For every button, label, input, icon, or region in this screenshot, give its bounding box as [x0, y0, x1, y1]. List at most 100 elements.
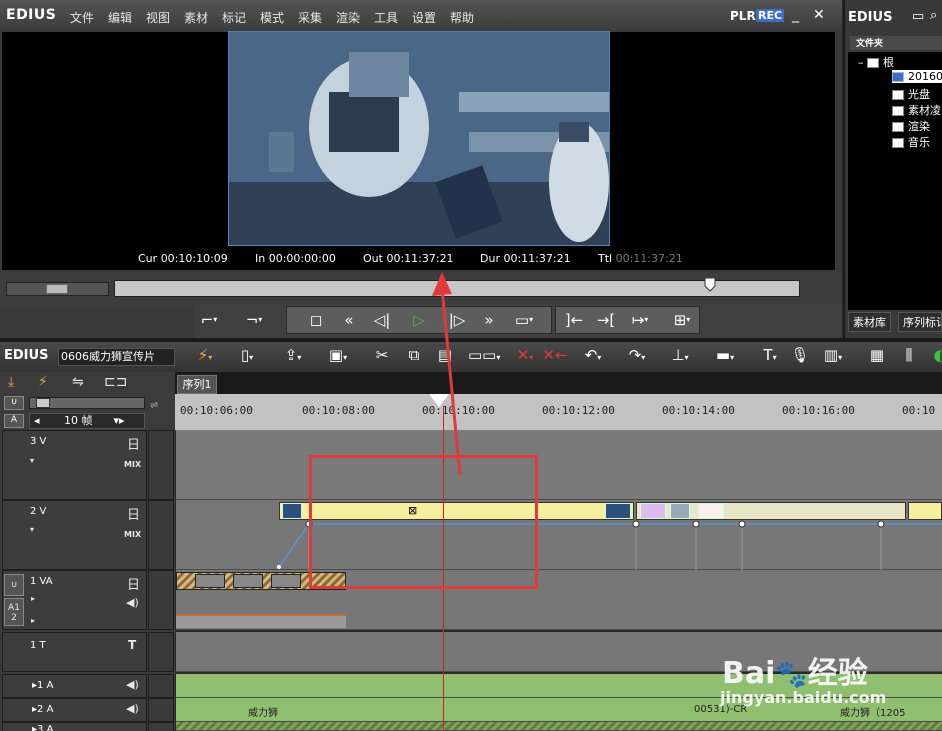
render-icon[interactable]: ▥▾ [818, 346, 848, 364]
menu-marker[interactable]: 标记 [222, 9, 246, 26]
menu-edit[interactable]: 编辑 [108, 9, 132, 26]
mix-label[interactable]: MIX [124, 460, 141, 469]
audio-clip[interactable] [176, 614, 346, 628]
mode-icon[interactable]: ⤓ [8, 374, 14, 390]
track-name: 1 T [30, 640, 46, 651]
link-icon[interactable]: ⇋ [72, 374, 84, 390]
rewind-icon[interactable]: « [335, 309, 363, 331]
menu-render[interactable]: 渲染 [336, 9, 360, 26]
tc-cur: Cur 00:10:10:09 [138, 252, 228, 265]
speaker-icon[interactable]: ◀) [126, 678, 139, 691]
menu-help[interactable]: 帮助 [450, 9, 474, 26]
track-sub [148, 722, 174, 731]
track-header-1t[interactable] [2, 632, 147, 672]
title-track-icon[interactable]: T [128, 638, 136, 652]
redo-icon[interactable]: ↷▾ [622, 346, 652, 364]
visibility-icon[interactable]: 日 [127, 504, 140, 523]
folder-icon[interactable]: ▭ [912, 9, 924, 24]
video-toggle-icon[interactable]: ∪ [4, 396, 24, 410]
ruler-tick: 00:10:08:00 [302, 404, 375, 417]
save-icon[interactable]: ▣▾ [323, 346, 353, 364]
minimize-icon[interactable]: _ [792, 7, 799, 23]
new-project-icon[interactable]: ⚡▾ [190, 346, 220, 364]
ripple-icon[interactable]: ↦▾ [626, 309, 654, 331]
snap-icon[interactable]: ⇌ [150, 400, 158, 411]
menu-view[interactable]: 视图 [146, 9, 170, 26]
a-patch-icon[interactable]: A1 2 [4, 598, 24, 626]
undo-icon[interactable]: ↶▾ [578, 346, 608, 364]
tab-sequence-marker[interactable]: 序列标记 [898, 312, 942, 332]
menu-capture[interactable]: 采集 [298, 9, 322, 26]
ruler-tick: 00:10:16:00 [782, 404, 855, 417]
track-sub [148, 500, 174, 570]
folder-icon [892, 72, 904, 82]
cut-icon[interactable]: ✂ [367, 346, 397, 364]
overwrite-icon[interactable]: →[ [592, 309, 620, 331]
audio-toggle-icon[interactable]: A [4, 414, 24, 428]
insert-icon[interactable]: ]← [560, 309, 588, 331]
tree-item[interactable]: 音乐 [892, 134, 930, 150]
tree-item[interactable]: 光盘 [892, 86, 930, 102]
tree-root[interactable]: – 根 [858, 54, 894, 70]
expand-icon[interactable]: ▸ [31, 616, 35, 625]
plr-indicator[interactable]: PLR [730, 9, 756, 23]
clip-thumbnail [233, 574, 263, 588]
track-lane-3v[interactable] [176, 430, 942, 500]
expand-icon[interactable]: ▾ [30, 456, 34, 465]
set-out-icon[interactable]: ¬▾ [240, 309, 268, 331]
ripple-delete-icon[interactable]: ✕← [540, 346, 570, 364]
scale-select[interactable]: ◂ 10 帧 ▾▸ [29, 413, 145, 429]
shuttle-thumb[interactable] [46, 284, 68, 294]
sync-icon[interactable]: ⚡ [38, 374, 48, 390]
loop-icon[interactable]: ▭▾ [510, 309, 538, 331]
add-marker-icon[interactable]: ⊥▾ [665, 346, 695, 364]
title-icon[interactable]: T▾ [755, 346, 785, 364]
export-icon[interactable]: ⊞▾ [668, 309, 696, 331]
visibility-icon[interactable]: 日 [127, 574, 140, 593]
mic-icon[interactable]: 🎙 [785, 346, 815, 364]
menu-clip[interactable]: 素材 [184, 9, 208, 26]
visibility-icon[interactable]: 日 [127, 434, 140, 453]
tree-item[interactable]: 渲染 [892, 118, 930, 134]
track-name: 1 VA [30, 576, 53, 587]
menu-tools[interactable]: 工具 [374, 9, 398, 26]
speaker-icon[interactable]: ◀) [126, 702, 139, 715]
transition-icon[interactable]: ▬▾ [710, 346, 740, 364]
delete-icon[interactable]: ✕▾ [510, 346, 540, 364]
grid-icon[interactable]: ▦ [862, 346, 892, 364]
open-icon[interactable]: ⇪▾ [278, 346, 308, 364]
mix-label[interactable]: MIX [124, 530, 141, 539]
tab-bin[interactable]: 素材库 [848, 312, 891, 332]
menu-mode[interactable]: 模式 [260, 9, 284, 26]
group-icon[interactable]: ⊏⊐ [104, 374, 127, 390]
position-handle-icon[interactable] [704, 278, 716, 292]
keyframe-line[interactable] [176, 500, 942, 570]
expand-icon[interactable]: ▾ [30, 525, 34, 534]
tab-sequence-1[interactable]: 序列1 [177, 375, 217, 394]
ruler-tick: 00:10 [902, 404, 936, 417]
tc-out: Out 00:11:37:21 [363, 252, 454, 265]
tree-item[interactable]: 素材凌 [892, 102, 941, 118]
new-sequence-icon[interactable]: ▯▾ [232, 346, 262, 364]
step-back-icon[interactable]: ◁| [368, 309, 396, 331]
close-icon[interactable]: ✕ [813, 7, 825, 23]
mixer-icon[interactable]: ⫼ [894, 346, 924, 364]
tree-item-selected[interactable]: 20160 [892, 70, 942, 83]
clip-thumbnail [271, 574, 301, 588]
search-icon[interactable]: ⌕ [930, 8, 937, 23]
menu-file[interactable]: 文件 [70, 9, 94, 26]
bin-header: 文件夹 [850, 36, 942, 50]
track-header-3a[interactable] [2, 722, 147, 731]
project-name-field[interactable]: 0606威力狮宣传片 [58, 348, 175, 366]
speaker-icon[interactable]: ◀) [126, 596, 139, 609]
set-in-icon[interactable]: ⌐▾ [195, 309, 223, 331]
track-lane-3a[interactable] [176, 722, 942, 731]
track-sub [148, 430, 174, 500]
audio-meter-icon[interactable]: ◐ [925, 346, 942, 364]
rec-indicator[interactable]: REC [756, 9, 785, 22]
stop-icon[interactable]: ◻ [302, 309, 330, 331]
zoom-thumb[interactable] [36, 398, 50, 408]
v-patch-icon[interactable]: ∪ [4, 574, 24, 596]
expand-icon[interactable]: ▸ [31, 594, 35, 603]
menu-settings[interactable]: 设置 [412, 9, 436, 26]
